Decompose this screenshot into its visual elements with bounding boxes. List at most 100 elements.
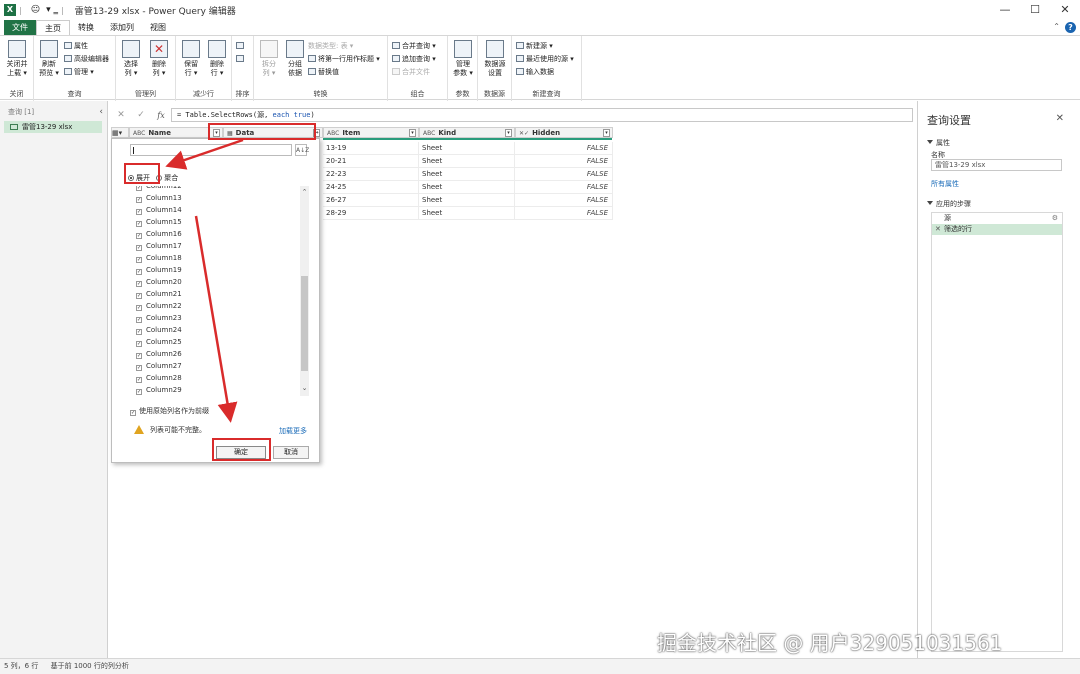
minimize-button[interactable]: — bbox=[990, 0, 1020, 20]
filter-dropdown-icon[interactable]: ▾ bbox=[505, 129, 512, 137]
help-icon[interactable]: ? bbox=[1065, 22, 1076, 33]
use-first-row-headers-button[interactable]: 将第一行用作标题 ▾ bbox=[308, 54, 380, 64]
smiley-feedback-icon[interactable]: 😐 bbox=[31, 5, 40, 15]
recent-sources-button[interactable]: 最近使用的源 ▾ bbox=[516, 54, 574, 64]
item-cell[interactable]: 22-23 bbox=[323, 168, 419, 181]
column-header-item[interactable]: ABC Item ▾ bbox=[323, 127, 419, 138]
item-cell[interactable]: 24-25 bbox=[323, 181, 419, 194]
hidden-cell[interactable]: FALSE bbox=[515, 181, 613, 194]
manage-parameters-button[interactable]: 管理 参数 ▾ bbox=[448, 40, 478, 78]
collapse-pane-icon[interactable]: ‹ bbox=[99, 107, 103, 117]
column-checkbox-item[interactable]: ✓ Column16 bbox=[132, 228, 300, 240]
combine-files-button[interactable]: 合并文件 bbox=[392, 67, 430, 77]
item-cell[interactable]: 20-21 bbox=[323, 155, 419, 168]
column-checkbox-item[interactable]: ✓ Column15 bbox=[132, 216, 300, 228]
table-menu-icon[interactable]: ▦▾ bbox=[111, 127, 129, 138]
step-source[interactable]: 源 ⚙ bbox=[932, 213, 1062, 224]
expand-column-icon[interactable]: ⇔ bbox=[313, 129, 320, 137]
filter-dropdown-icon[interactable]: ▾ bbox=[409, 129, 416, 137]
column-checkbox-item[interactable]: ✓ Column28 bbox=[132, 372, 300, 384]
delete-step-icon[interactable]: ✕ bbox=[935, 224, 941, 235]
tab-add-column[interactable]: 添加列 bbox=[102, 20, 142, 35]
remove-columns-button[interactable]: ✕ 删除 列 ▾ bbox=[144, 40, 174, 78]
sort-descending-icon[interactable] bbox=[236, 54, 246, 64]
kind-cell[interactable]: Sheet bbox=[419, 155, 515, 168]
column-header-hidden[interactable]: ✕✓ Hidden ▾ bbox=[515, 127, 613, 138]
column-header-data[interactable]: ▦ Data ⇔ bbox=[223, 127, 323, 138]
replace-values-button[interactable]: 替换值 bbox=[308, 67, 339, 77]
merge-queries-button[interactable]: 合并查询 ▾ bbox=[392, 41, 436, 51]
all-properties-link[interactable]: 所有属性 bbox=[931, 179, 959, 189]
column-search-input[interactable] bbox=[130, 144, 292, 156]
commit-formula-icon[interactable]: ✓ bbox=[131, 110, 151, 120]
formula-input[interactable]: = Table.SelectRows(源, each true) bbox=[171, 108, 913, 122]
column-profile-status[interactable]: 基于前 1000 行的列分析 bbox=[51, 662, 129, 670]
kind-cell[interactable]: Sheet bbox=[419, 207, 515, 220]
query-item[interactable]: 雷管13-29 xlsx bbox=[4, 121, 102, 133]
column-checkbox-item[interactable]: ✓ Column20 bbox=[132, 276, 300, 288]
column-header-name[interactable]: ABC Name ▾ bbox=[129, 127, 223, 138]
tab-transform[interactable]: 转换 bbox=[70, 20, 102, 35]
column-checkbox-item[interactable]: ✓ Column27 bbox=[132, 360, 300, 372]
column-checkbox-item[interactable]: ✓ Column29 bbox=[132, 384, 300, 396]
group-by-button[interactable]: 分组 依据 bbox=[280, 40, 310, 78]
close-and-load-button[interactable]: 关闭并 上载 ▾ bbox=[2, 40, 32, 78]
hidden-cell[interactable]: FALSE bbox=[515, 168, 613, 181]
query-name-input[interactable]: 雷管13-29 xlsx bbox=[931, 159, 1062, 171]
filter-dropdown-icon[interactable]: ▾ bbox=[213, 129, 220, 137]
refresh-preview-button[interactable]: 刷新 预览 ▾ bbox=[34, 40, 64, 78]
kind-cell[interactable]: Sheet bbox=[419, 194, 515, 207]
hidden-cell[interactable]: FALSE bbox=[515, 155, 613, 168]
column-checkbox-item[interactable]: ✓ Column17 bbox=[132, 240, 300, 252]
close-settings-icon[interactable]: ✕ bbox=[1056, 113, 1064, 124]
close-window-button[interactable]: ✕ bbox=[1050, 0, 1080, 20]
hidden-cell[interactable]: FALSE bbox=[515, 142, 613, 155]
column-checkbox-item[interactable]: ✓ Column22 bbox=[132, 300, 300, 312]
properties-section[interactable]: 属性 bbox=[927, 138, 950, 148]
item-cell[interactable]: 26-27 bbox=[323, 194, 419, 207]
item-cell[interactable]: 13-19 bbox=[323, 142, 419, 155]
maximize-button[interactable]: ☐ bbox=[1020, 0, 1050, 20]
data-type-dropdown[interactable]: 数据类型: 表 ▾ bbox=[308, 41, 353, 51]
column-checkbox-item[interactable]: ✓ Column21 bbox=[132, 288, 300, 300]
kind-cell[interactable]: Sheet bbox=[419, 168, 515, 181]
expand-radio[interactable]: 展开 bbox=[128, 174, 150, 182]
choose-columns-button[interactable]: 选择 列 ▾ bbox=[116, 40, 146, 78]
kind-cell[interactable]: Sheet bbox=[419, 181, 515, 194]
sort-ascending-icon[interactable] bbox=[236, 41, 246, 51]
hidden-cell[interactable]: FALSE bbox=[515, 194, 613, 207]
advanced-editor-button[interactable]: 高级编辑器 bbox=[64, 54, 109, 64]
append-queries-button[interactable]: 追加查询 ▾ bbox=[392, 54, 436, 64]
use-prefix-checkbox[interactable]: ✓ 使用原始列名作为前缀 bbox=[130, 406, 209, 416]
aggregate-radio[interactable]: 聚合 bbox=[156, 174, 178, 182]
column-checkbox-item[interactable]: ✓ Column19 bbox=[132, 264, 300, 276]
sort-columns-icon[interactable]: A↓Z bbox=[295, 144, 309, 156]
kind-cell[interactable]: Sheet bbox=[419, 142, 515, 155]
item-cell[interactable]: 28-29 bbox=[323, 207, 419, 220]
scroll-down-icon[interactable]: ⌄ bbox=[301, 384, 308, 392]
column-checkbox-item[interactable]: ✓ Column25 bbox=[132, 336, 300, 348]
scroll-up-icon[interactable]: ⌃ bbox=[301, 188, 308, 196]
tab-home[interactable]: 主页 bbox=[36, 20, 70, 35]
ok-button[interactable]: 确定 bbox=[216, 446, 266, 459]
column-header-kind[interactable]: ABC Kind ▾ bbox=[419, 127, 515, 138]
remove-rows-button[interactable]: 删除 行 ▾ bbox=[202, 40, 232, 78]
load-more-link[interactable]: 加载更多 bbox=[279, 426, 307, 436]
data-source-settings-button[interactable]: 数据源 设置 bbox=[480, 40, 510, 78]
hidden-cell[interactable]: FALSE bbox=[515, 207, 613, 220]
tab-view[interactable]: 视图 bbox=[142, 20, 174, 35]
cancel-button[interactable]: 取消 bbox=[273, 446, 309, 459]
enter-data-button[interactable]: 输入数据 bbox=[516, 67, 554, 77]
ribbon-collapse-icon[interactable]: ⌃ bbox=[1053, 22, 1060, 31]
column-checkbox-item[interactable]: ✓ Column24 bbox=[132, 324, 300, 336]
tab-file[interactable]: 文件 bbox=[4, 20, 36, 35]
quick-access-dropdown-icon[interactable]: ▾ ‗ bbox=[46, 5, 58, 15]
gear-icon[interactable]: ⚙ bbox=[1052, 213, 1058, 224]
column-checkbox-item[interactable]: ✓ Column23 bbox=[132, 312, 300, 324]
scrollbar-thumb[interactable] bbox=[301, 276, 308, 371]
column-checkbox-item[interactable]: ✓ Column13 bbox=[132, 192, 300, 204]
fx-icon[interactable]: fx bbox=[151, 111, 171, 120]
column-checkbox-item[interactable]: ✓ Column26 bbox=[132, 348, 300, 360]
column-checkbox-item[interactable]: ✓ Column18 bbox=[132, 252, 300, 264]
column-checkbox-item[interactable]: ✓ Column14 bbox=[132, 204, 300, 216]
